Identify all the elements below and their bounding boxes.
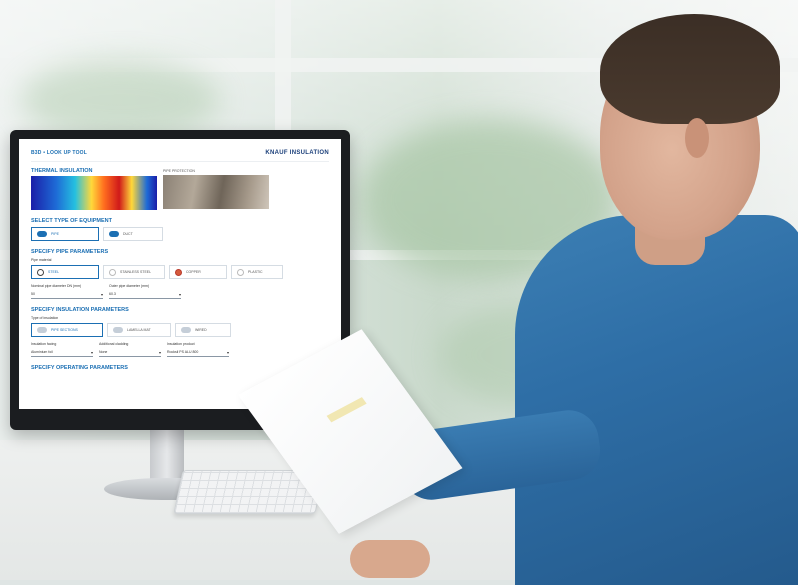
material-copper[interactable]: COPPER [169,265,227,279]
select-outer-diameter[interactable]: Outer pipe diameter (mm) 60.3 ▾ [109,282,181,299]
pipe-section-icon [175,268,182,276]
paper-highlight [326,397,367,423]
pipe-section-icon [237,268,244,276]
option-label: PIPE SECTIONS [51,328,78,332]
thumbnail-pipe-protection[interactable]: PIPE PROTECTION [163,164,269,210]
material-stainless-steel[interactable]: STAINLESS STEEL [103,265,165,279]
select-value: Rocksil PS ALU 800 [167,350,199,354]
material-steel[interactable]: STEEL [31,265,99,279]
select-value: Aluminium foil [31,350,53,354]
option-pipe[interactable]: PIPE [31,227,99,241]
select-label: Insulation product [167,342,195,346]
select-nominal-diameter[interactable]: Nominal pipe diameter DN (mm) 50 ▾ [31,282,103,299]
breadcrumb[interactable]: B3D • LOOK UP TOOL [31,150,87,156]
lamella-mat-icon [113,327,123,333]
select-label: Outer pipe diameter (mm) [109,284,150,288]
select-insulation-facing[interactable]: Insulation facing Aluminium foil ▾ [31,340,93,357]
option-label: PLASTIC [248,270,263,274]
thumbnail-thermal-insulation[interactable]: THERMAL INSULATION [31,164,157,210]
wired-mat-icon [181,327,191,333]
equipment-options: PIPE DUCT [31,227,329,241]
option-label: COPPER [186,270,201,274]
thumbnail-caption: PIPE PROTECTION [163,169,195,173]
chevron-down-icon: ▾ [100,291,103,297]
toggle-icon [109,231,119,237]
pipe-image [163,175,269,209]
thumbnail-caption: THERMAL INSULATION [31,168,93,174]
select-insulation-product[interactable]: Insulation product Rocksil PS ALU 800 ▾ [167,340,229,357]
chevron-down-icon: ▾ [178,291,181,297]
pipe-sections-icon [37,327,47,333]
select-additional-cladding[interactable]: Additional cladding None ▾ [99,340,161,357]
chevron-down-icon: ▾ [158,349,161,355]
pipe-section-icon [109,268,116,276]
application-thumbnails: THERMAL INSULATION PIPE PROTECTION [31,164,329,210]
select-label: Additional cladding [99,342,129,346]
insulation-type-options: PIPE SECTIONS LAMELLA MAT WIRED [31,323,329,337]
pipe-section-icon [37,268,44,276]
chevron-down-icon: ▾ [90,349,93,355]
option-label: WIRED [195,328,207,332]
select-box[interactable]: None ▾ [99,348,161,357]
select-box[interactable]: 60.3 ▾ [109,290,181,299]
foliage-blur [360,120,620,280]
pipe-material-label: Pipe material [31,258,52,262]
brand-logo: KNAUF INSULATION [265,150,329,156]
section-title-pipe-params: SPECIFY PIPE PARAMETERS [31,249,109,255]
option-label: STEEL [48,270,60,274]
option-duct[interactable]: DUCT [103,227,163,241]
select-value: 50 [31,292,35,296]
select-value: 60.3 [109,292,116,296]
insulation-type-label: Type of insulation [31,316,59,320]
material-plastic[interactable]: PLASTIC [231,265,283,279]
select-value: None [99,350,108,354]
app-header: B3D • LOOK UP TOOL KNAUF INSULATION [31,145,329,162]
logo-text: KNAUF INSULATION [265,150,329,156]
option-label: LAMELLA MAT [127,328,151,332]
option-label: STAINLESS STEEL [120,270,152,274]
type-wired[interactable]: WIRED [175,323,231,337]
type-pipe-sections[interactable]: PIPE SECTIONS [31,323,103,337]
chevron-down-icon: ▾ [226,349,229,355]
section-title-insulation-params: SPECIFY INSULATION PARAMETERS [31,307,129,313]
thermal-image [31,176,157,210]
option-label: DUCT [123,232,133,236]
foliage-blur [440,300,640,410]
select-label: Nominal pipe diameter DN (mm) [31,284,82,288]
option-label: PIPE [51,232,59,236]
pipe-selects: Nominal pipe diameter DN (mm) 50 ▾ Outer… [31,282,329,299]
section-title-equipment: SELECT TYPE OF EQUIPMENT [31,218,112,224]
insulation-selects: Insulation facing Aluminium foil ▾ Addit… [31,340,329,357]
type-lamella-mat[interactable]: LAMELLA MAT [107,323,171,337]
select-box[interactable]: Aluminium foil ▾ [31,348,93,357]
pipe-material-options: STEEL STAINLESS STEEL COPPER PLASTIC [31,265,329,279]
toggle-icon [37,231,47,237]
select-box[interactable]: Rocksil PS ALU 800 ▾ [167,348,229,357]
select-label: Insulation facing [31,342,57,346]
foliage-blur [20,60,220,140]
select-box[interactable]: 50 ▾ [31,290,103,299]
